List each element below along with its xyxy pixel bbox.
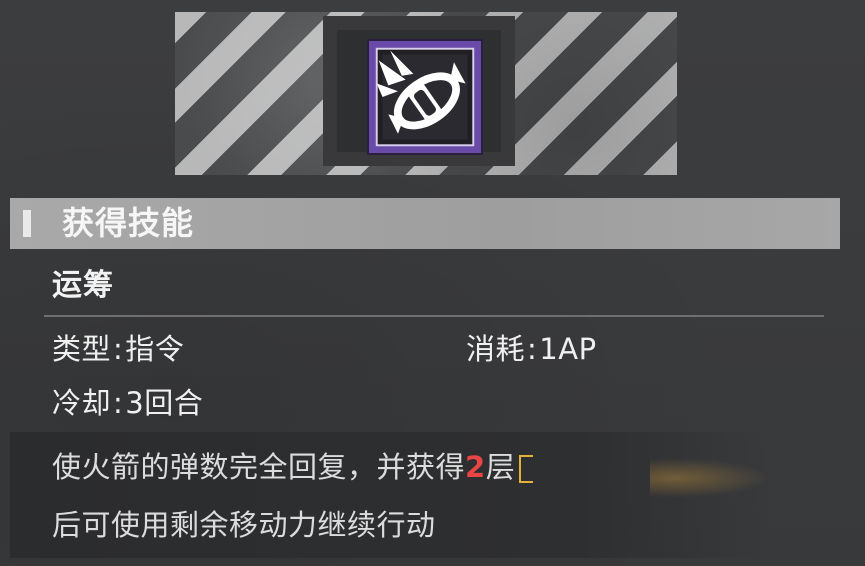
skill-type-label: 类型	[52, 332, 112, 366]
skill-description-line-2: 后可使用剩余移动力继续行动	[52, 508, 436, 542]
page-title: 获得技能	[62, 204, 195, 242]
skill-description-line-1: 使火箭的弹数完全回复，并获得2层	[52, 448, 534, 486]
divider	[44, 315, 824, 317]
keyword-glow	[650, 458, 770, 498]
skill-cooldown-label: 冷却	[52, 386, 112, 420]
description-text-suffix: 层	[485, 450, 516, 484]
skill-type-colon: :	[113, 332, 124, 366]
skill-cooldown-colon: :	[113, 386, 124, 420]
skill-cost-colon: :	[527, 332, 538, 366]
rocket-refresh-icon	[367, 39, 483, 155]
skill-cost-value: 1AP	[539, 332, 597, 366]
skill-cooldown: 冷却:3回合	[52, 384, 203, 422]
skill-cost-label: 消耗	[466, 332, 526, 366]
skill-type: 类型:指令	[52, 330, 184, 368]
description-text: 使火箭的弹数完全回复，并获得	[52, 450, 466, 484]
description-highlight-number: 2	[465, 450, 486, 484]
skill-type-value: 指令	[125, 332, 185, 366]
header-marker	[23, 210, 31, 237]
keyword-tag-bracket[interactable]	[519, 455, 534, 483]
skill-cooldown-value: 3回合	[125, 386, 204, 420]
skill-name: 运筹	[52, 268, 114, 303]
skill-cost: 消耗:1AP	[466, 330, 597, 368]
header-bar: 获得技能	[10, 198, 840, 249]
